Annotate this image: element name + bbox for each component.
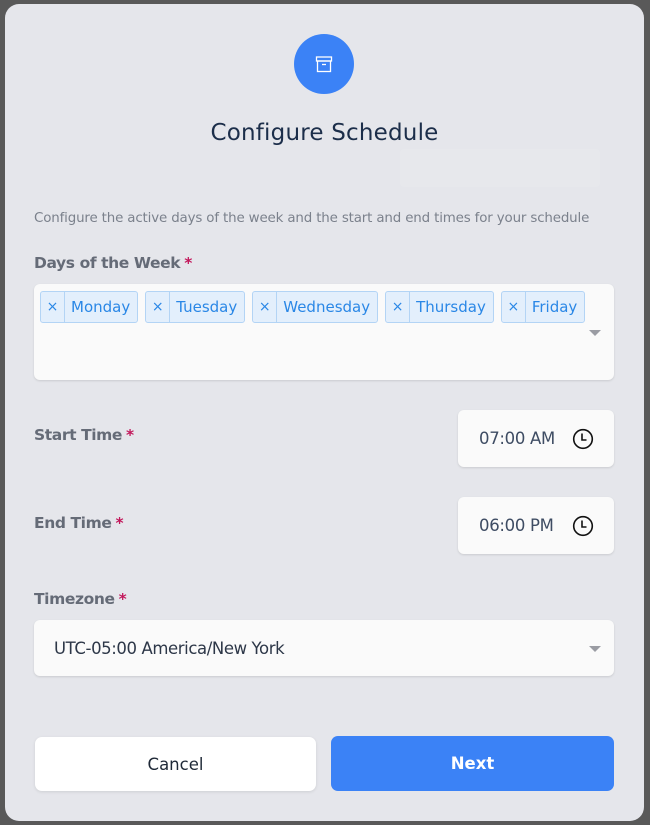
selected-days-chips: × Monday × Tuesday × Wednesday × Thursda…: [40, 291, 586, 323]
required-marker: *: [184, 254, 192, 272]
chip-label: Tuesday: [176, 298, 238, 316]
header-icon-badge: [294, 34, 354, 94]
day-chip-thursday: × Thursday: [385, 291, 494, 323]
timezone-select[interactable]: UTC-05:00 America/New York: [34, 620, 614, 676]
timezone-label-text: Timezone: [34, 590, 115, 608]
timezone-label: Timezone *: [34, 590, 127, 608]
required-marker: *: [115, 514, 124, 532]
remove-chip-icon[interactable]: ×: [146, 292, 171, 322]
start-time-input[interactable]: 07:00 AM: [458, 410, 614, 467]
day-chip-wednesday: × Wednesday: [252, 291, 379, 323]
remove-chip-icon[interactable]: ×: [502, 292, 526, 322]
chip-label: Monday: [71, 298, 131, 316]
chevron-down-icon[interactable]: [589, 646, 601, 652]
remove-chip-icon[interactable]: ×: [253, 292, 278, 322]
required-marker: *: [118, 590, 127, 608]
day-chip-tuesday: × Tuesday: [145, 291, 246, 323]
clock-icon[interactable]: [572, 428, 594, 450]
start-time-label-text: Start Time: [34, 426, 123, 444]
remove-chip-icon[interactable]: ×: [41, 292, 65, 322]
day-chip-monday: × Monday: [40, 291, 139, 323]
remove-chip-icon[interactable]: ×: [386, 292, 411, 322]
dialog-description: Configure the active days of the week an…: [34, 211, 590, 226]
dialog-title: Configure Schedule: [210, 120, 439, 146]
timezone-value: UTC-05:00 America/New York: [54, 638, 285, 658]
chip-label: Wednesday: [283, 298, 371, 316]
day-chip-friday: × Friday: [500, 291, 586, 323]
clock-icon[interactable]: [572, 515, 594, 537]
days-of-week-multiselect[interactable]: × Monday × Tuesday × Wednesday × Thursda…: [34, 284, 614, 380]
end-time-input[interactable]: 06:00 PM: [458, 497, 614, 554]
days-of-week-label: Days of the Week *: [34, 254, 192, 272]
end-time-label-text: End Time: [34, 514, 112, 532]
start-time-label: Start Time *: [34, 426, 134, 444]
days-of-week-label-text: Days of the Week: [34, 254, 181, 272]
end-time-value: 06:00 PM: [479, 516, 554, 535]
end-time-label: End Time *: [34, 514, 124, 532]
chip-label: Friday: [531, 298, 578, 316]
chip-label: Thursday: [416, 298, 486, 316]
chevron-down-icon[interactable]: [589, 330, 601, 336]
start-time-value: 07:00 AM: [479, 429, 555, 448]
required-marker: *: [126, 426, 134, 444]
next-button[interactable]: Next: [331, 736, 614, 791]
ghost-overlay: [400, 149, 600, 187]
cancel-button[interactable]: Cancel: [35, 737, 316, 791]
configure-schedule-dialog: Configure Schedule Configure the active …: [5, 4, 644, 821]
archive-box-icon: [315, 55, 333, 72]
